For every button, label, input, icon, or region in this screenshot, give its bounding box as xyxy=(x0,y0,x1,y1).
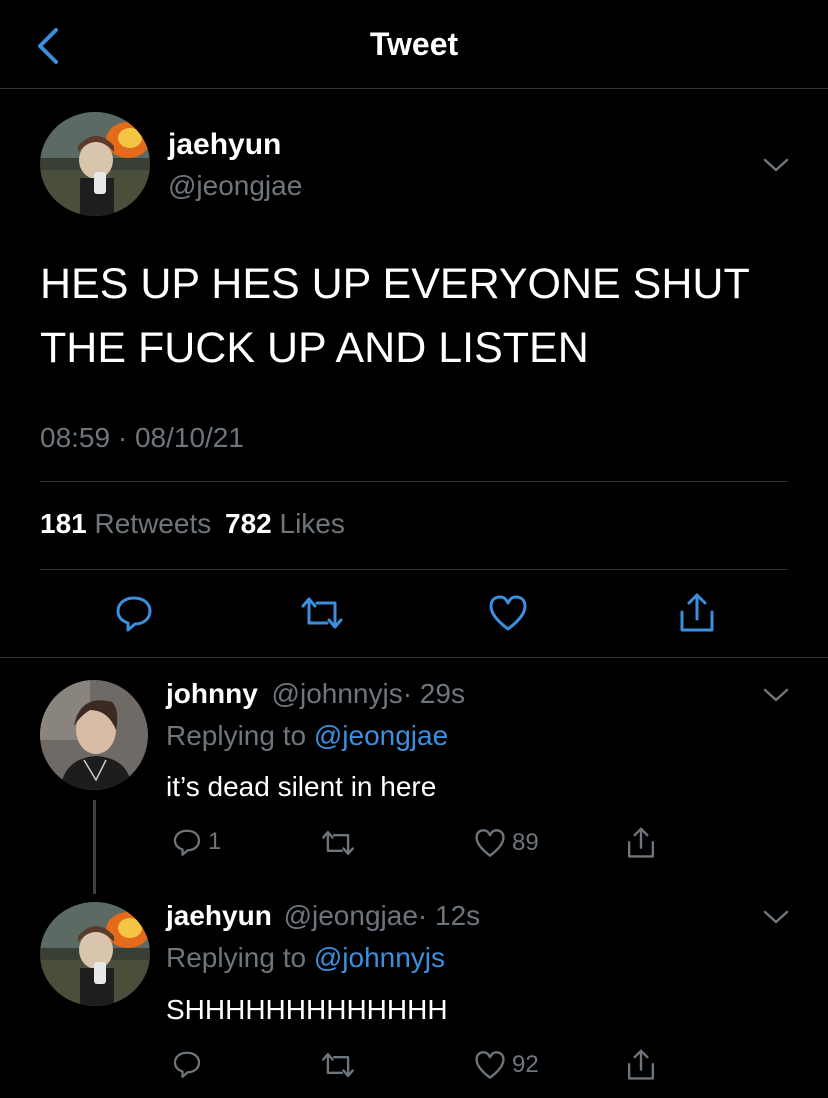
avatar[interactable] xyxy=(40,902,150,1006)
divider xyxy=(40,481,788,482)
display-name[interactable]: johnny xyxy=(166,678,258,709)
share-icon xyxy=(680,593,714,632)
reply-button[interactable]: 1 xyxy=(172,827,221,857)
reply-icon xyxy=(116,596,152,632)
handle[interactable]: @jeongjae xyxy=(284,900,418,931)
heart-icon xyxy=(489,595,527,631)
retweet-button[interactable] xyxy=(299,595,345,631)
display-name[interactable]: jaehyun xyxy=(166,900,272,931)
timestamp[interactable]: 08:59 · 08/10/21 xyxy=(40,422,244,454)
tweet-menu-button[interactable] xyxy=(762,155,790,175)
chevron-down-icon xyxy=(763,688,789,702)
reply-count: 1 xyxy=(208,828,222,855)
like-button[interactable]: 92 xyxy=(474,1050,539,1080)
tweet-stats: 181 Retweets 782 Likes xyxy=(40,508,345,540)
share-button[interactable] xyxy=(626,826,656,860)
tweet-menu-button[interactable] xyxy=(762,907,790,927)
header-divider xyxy=(0,88,828,89)
replying-prefix: Replying to xyxy=(166,720,307,751)
reply-text: SHHHHHHHHHHHHH xyxy=(166,994,448,1025)
reply-text: it’s dead silent in here xyxy=(166,771,437,802)
heart-icon xyxy=(475,829,505,857)
avatar[interactable] xyxy=(40,112,150,216)
replying-to: Replying to @johnnyjs xyxy=(166,942,445,974)
mention-link[interactable]: @johnnyjs xyxy=(314,942,445,973)
divider xyxy=(40,569,788,570)
relative-time[interactable]: · 29s xyxy=(403,678,465,709)
mention-link[interactable]: @jeongjae xyxy=(314,720,448,751)
share-icon xyxy=(627,1049,655,1080)
retweet-button[interactable] xyxy=(320,1051,356,1079)
reply-button[interactable] xyxy=(172,1049,208,1079)
like-count: 92 xyxy=(512,1051,539,1078)
replying-to: Replying to @jeongjae xyxy=(166,720,448,752)
retweet-count[interactable]: 181 xyxy=(40,508,87,539)
tweet-text-line-2: THE FUCK UP AND LISTEN xyxy=(40,324,589,372)
reply-header: jaehyun @jeongjae· 12s xyxy=(166,900,480,932)
like-count[interactable]: 782 xyxy=(225,508,272,539)
handle[interactable]: @johnnyjs xyxy=(272,678,403,709)
chevron-down-icon xyxy=(763,158,789,172)
divider xyxy=(0,657,828,658)
tweet-text-line-1: HES UP HES UP EVERYONE SHUT xyxy=(40,260,750,308)
relative-time[interactable]: · 12s xyxy=(418,900,480,931)
page-title: Tweet xyxy=(369,26,459,62)
like-button[interactable] xyxy=(488,594,528,632)
replying-prefix: Replying to xyxy=(166,942,307,973)
tweet-menu-button[interactable] xyxy=(762,685,790,705)
handle[interactable]: @jeongjae xyxy=(168,170,302,202)
retweet-icon xyxy=(322,830,354,856)
reply-icon xyxy=(173,829,201,856)
like-button[interactable]: 89 xyxy=(474,828,539,858)
like-count: 89 xyxy=(512,829,539,856)
retweet-icon xyxy=(322,1052,354,1078)
thread-line xyxy=(93,800,96,894)
heart-icon xyxy=(475,1051,505,1079)
reply-button[interactable] xyxy=(114,593,154,633)
retweet-label[interactable]: Retweets xyxy=(95,508,212,539)
share-button[interactable] xyxy=(626,1048,656,1082)
retweet-button[interactable] xyxy=(320,829,356,857)
display-name[interactable]: jaehyun xyxy=(168,128,281,162)
reply-header: johnny @johnnyjs· 29s xyxy=(166,678,465,710)
share-button[interactable] xyxy=(678,592,716,634)
chevron-down-icon xyxy=(763,910,789,924)
like-label[interactable]: Likes xyxy=(280,508,345,539)
reply-icon xyxy=(173,1051,201,1078)
share-icon xyxy=(627,827,655,858)
avatar[interactable] xyxy=(40,680,148,790)
retweet-icon xyxy=(301,597,343,629)
